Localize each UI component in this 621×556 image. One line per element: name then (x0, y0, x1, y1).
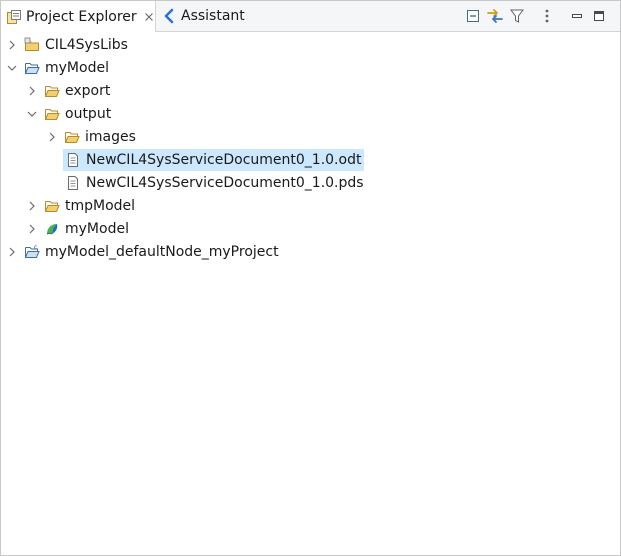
project-explorer-view: Project Explorer Assistant CIL4SysLibs m… (0, 0, 621, 556)
maximize-icon[interactable] (588, 5, 610, 27)
tree-item-cil4syslibs[interactable]: CIL4SysLibs (5, 33, 131, 56)
chevron-right-icon[interactable] (5, 241, 19, 263)
view-toolbar (462, 5, 610, 27)
filter-icon[interactable] (506, 5, 528, 27)
library-project-icon (24, 37, 40, 53)
folder-icon (64, 129, 80, 145)
tree-item-default-node-project[interactable]: c myModel_defaultNode_myProject (5, 240, 282, 263)
minimize-icon[interactable] (566, 5, 588, 27)
model-icon (44, 221, 60, 237)
tree-item-label: NewCIL4SysServiceDocument0_1.0.pds (86, 174, 364, 191)
tree-item-mymodel-project[interactable]: myModel (5, 56, 112, 79)
document-file-icon (65, 175, 81, 191)
project-explorer-icon (6, 9, 22, 25)
tree-item-label: output (65, 105, 112, 122)
tree-item-label: export (65, 82, 111, 99)
tab-assistant-label: Assistant (181, 8, 245, 24)
tree-item-pds-file[interactable]: NewCIL4SysServiceDocument0_1.0.pds (45, 171, 367, 194)
link-with-editor-icon[interactable] (484, 5, 506, 27)
tree-item-label: tmpModel (65, 197, 136, 214)
chevron-right-icon[interactable] (5, 34, 19, 56)
assistant-icon (163, 8, 177, 24)
svg-text:c: c (34, 244, 37, 251)
tab-project-explorer-label: Project Explorer (26, 8, 137, 25)
chevron-right-icon[interactable] (45, 126, 59, 148)
tree-item-label: myModel_defaultNode_myProject (45, 243, 279, 260)
tree-item-label: CIL4SysLibs (45, 36, 128, 53)
close-icon[interactable] (144, 12, 154, 22)
folder-icon (44, 83, 60, 99)
chevron-right-icon[interactable] (25, 195, 39, 217)
tree-item-odt-file[interactable]: NewCIL4SysServiceDocument0_1.0.odt (45, 148, 365, 171)
chevron-right-icon[interactable] (25, 80, 39, 102)
tab-assistant[interactable]: Assistant (159, 1, 259, 31)
tree-item-label: NewCIL4SysServiceDocument0_1.0.odt (86, 151, 362, 168)
tree-item-output[interactable]: output (25, 102, 114, 125)
tree-item-label: images (85, 128, 136, 145)
tree-item-tmpmodel[interactable]: tmpModel (25, 194, 138, 217)
collapse-all-icon[interactable] (462, 5, 484, 27)
tab-project-explorer[interactable]: Project Explorer (1, 1, 156, 32)
document-file-icon (65, 152, 81, 168)
c-project-icon: c (24, 244, 40, 260)
chevron-down-icon[interactable] (5, 57, 19, 79)
chevron-right-icon[interactable] (25, 218, 39, 240)
folder-open-icon (44, 106, 60, 122)
view-menu-icon[interactable] (536, 5, 558, 27)
tree-item-images[interactable]: images (45, 125, 139, 148)
folder-icon (44, 198, 60, 214)
view-tab-bar: Project Explorer Assistant (1, 1, 620, 32)
chevron-down-icon[interactable] (25, 103, 39, 125)
tree-item-export[interactable]: export (25, 79, 113, 102)
tree-item-label: myModel (45, 59, 109, 76)
tree-item-label: myModel (65, 220, 129, 237)
open-project-icon (24, 60, 40, 76)
tree-item-mymodel-model[interactable]: myModel (25, 217, 132, 240)
